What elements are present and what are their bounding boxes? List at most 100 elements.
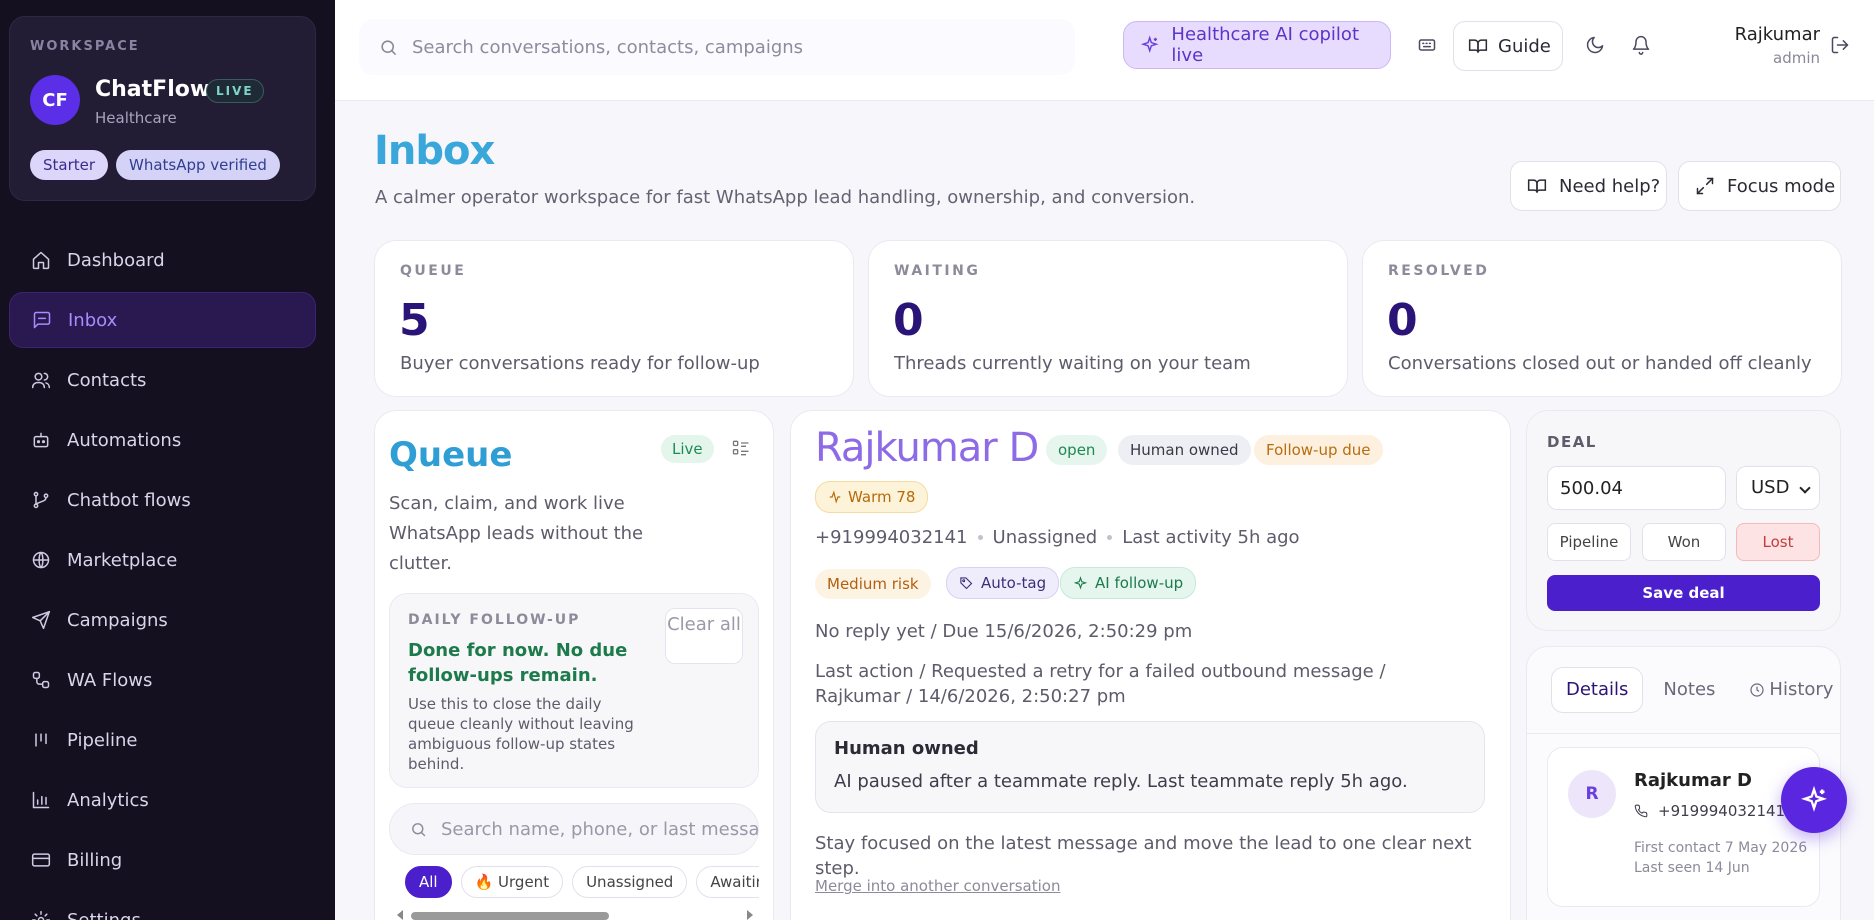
queue-search[interactable]: [389, 803, 759, 855]
deal-amount-input[interactable]: [1547, 466, 1726, 510]
auto-tag-button[interactable]: Auto-tag: [946, 567, 1060, 599]
nav-label: Chatbot flows: [67, 489, 191, 511]
nav-label: Analytics: [67, 789, 149, 811]
nav-label: Campaigns: [67, 609, 168, 631]
workspace-label: WORKSPACE: [30, 39, 140, 54]
reply-status: No reply yet / Due 15/6/2026, 2:50:29 pm: [815, 621, 1193, 642]
deal-label: DEAL: [1547, 433, 1597, 451]
nav-label: Billing: [67, 849, 123, 871]
ai-assistant-fab[interactable]: [1781, 767, 1847, 833]
lead-score-label: Warm 78: [848, 488, 916, 506]
followup-badge: Follow-up due: [1254, 435, 1383, 465]
guide-button[interactable]: Guide: [1453, 21, 1563, 71]
chips-scrollbar[interactable]: [395, 909, 759, 920]
ai-followup-button[interactable]: AI follow-up: [1060, 567, 1197, 599]
git-branch-icon: [33, 491, 49, 509]
nav-label: WA Flows: [67, 669, 153, 691]
nav-item-dashboard[interactable]: Dashboard: [9, 232, 316, 288]
currency-select[interactable]: USD: [1736, 466, 1820, 510]
nav-label: Contacts: [67, 369, 147, 391]
search-icon: [412, 822, 426, 836]
keyboard-icon: [1418, 39, 1436, 51]
nav-item-campaigns[interactable]: Campaigns: [9, 592, 316, 648]
scroll-left-arrow[interactable]: [397, 910, 403, 920]
send-icon: [31, 610, 51, 630]
ai-copilot-button[interactable]: Healthcare AI copilot live: [1123, 21, 1391, 69]
focus-mode-button[interactable]: Focus mode: [1678, 161, 1841, 211]
filter-chip-awaiting[interactable]: Awaiting: [696, 866, 759, 898]
list-view-toggle[interactable]: [731, 438, 751, 462]
stat-label: RESOLVED: [1388, 263, 1490, 279]
need-help-label: Need help?: [1559, 175, 1661, 197]
nav-item-analytics[interactable]: Analytics: [9, 772, 316, 828]
bell-icon: [1632, 35, 1650, 55]
global-search-input[interactable]: [412, 36, 1012, 58]
maximize-icon: [1696, 177, 1714, 195]
scroll-right-arrow[interactable]: [747, 910, 753, 920]
main-nav: Dashboard Inbox Contacts Automations Cha…: [9, 232, 316, 920]
keyboard-shortcuts-button[interactable]: [1412, 30, 1442, 60]
save-deal-button[interactable]: Save deal: [1547, 575, 1820, 611]
nav-item-marketplace[interactable]: Marketplace: [9, 532, 316, 588]
notifications-button[interactable]: [1626, 30, 1656, 60]
workspace-card[interactable]: WORKSPACE CF ChatFlow LIVE Healthcare St…: [9, 16, 316, 201]
contact-phone: +919994032141: [815, 527, 968, 548]
nav-item-automations[interactable]: Automations: [9, 412, 316, 468]
stat-card-resolved: RESOLVED 0 Conversations closed out or h…: [1362, 240, 1842, 397]
contact-card-name: Rajkumar D: [1634, 770, 1752, 791]
status-badge: open: [1046, 435, 1108, 465]
logout-button[interactable]: [1825, 30, 1855, 60]
user-name[interactable]: Rajkumar: [1700, 24, 1820, 45]
daily-followup-card: DAILY FOLLOW-UP Done for now. No due fol…: [389, 593, 759, 788]
bar-chart-icon: [32, 791, 50, 809]
theme-toggle-button[interactable]: [1580, 30, 1610, 60]
nav-item-chatbot-flows[interactable]: Chatbot flows: [9, 472, 316, 528]
bot-icon: [33, 432, 49, 448]
queue-title: Queue: [389, 435, 513, 475]
nav-label: Pipeline: [67, 729, 138, 751]
log-out-icon: [1831, 36, 1849, 54]
nav-item-contacts[interactable]: Contacts: [9, 352, 316, 408]
workspace-name: ChatFlow: [95, 77, 211, 102]
search-icon: [381, 39, 397, 55]
tab-details[interactable]: Details: [1551, 667, 1644, 713]
assignee[interactable]: Unassigned: [993, 527, 1098, 548]
tab-notes[interactable]: Notes: [1649, 667, 1729, 713]
filter-chip-unassigned[interactable]: Unassigned: [572, 866, 688, 898]
nav-item-inbox[interactable]: Inbox: [9, 292, 316, 348]
stage-lost-button[interactable]: Lost: [1736, 523, 1820, 561]
sparkles-icon: [1140, 35, 1159, 53]
nav-item-settings[interactable]: Settings: [9, 892, 316, 920]
nav-item-pipeline[interactable]: Pipeline: [9, 712, 316, 768]
details-tabs: Details Notes History: [1551, 667, 1840, 713]
queue-search-input[interactable]: [441, 818, 758, 840]
nav-item-billing[interactable]: Billing: [9, 832, 316, 888]
currency-value: USD: [1751, 477, 1790, 498]
kanban-icon: [35, 733, 47, 747]
need-help-button[interactable]: Need help?: [1510, 161, 1667, 211]
moon-icon: [1586, 36, 1604, 54]
tag-icon: [960, 576, 973, 589]
nav-item-wa-flows[interactable]: WA Flows: [9, 652, 316, 708]
avatar: R: [1568, 770, 1616, 818]
workflow-icon: [32, 671, 50, 689]
workspace-industry: Healthcare: [95, 109, 177, 127]
merge-conversation-link[interactable]: Merge into another conversation: [815, 877, 1060, 895]
scrollbar-thumb[interactable]: [411, 912, 609, 920]
filter-chip-urgent[interactable]: 🔥 Urgent: [460, 866, 564, 898]
clear-all-button[interactable]: Clear all: [665, 608, 743, 664]
filter-chip-all[interactable]: All: [405, 866, 452, 898]
contact-name: Rajkumar D: [815, 425, 1039, 471]
risk-badge: Medium risk: [815, 569, 931, 599]
stat-value: 0: [1387, 295, 1418, 346]
first-contact: First contact 7 May 2026: [1634, 840, 1808, 856]
chevron-down-icon: [1799, 482, 1811, 494]
stage-won-button[interactable]: Won: [1642, 523, 1726, 561]
daily-followup-hint: Use this to close the daily queue cleanl…: [408, 695, 634, 773]
stat-label: WAITING: [894, 263, 981, 279]
tab-history[interactable]: History: [1735, 667, 1840, 713]
stage-pipeline-button[interactable]: Pipeline: [1547, 523, 1631, 561]
contact-meta: +919994032141 Unassigned Last activity 5…: [815, 527, 1300, 548]
last-action: Last action / Requested a retry for a fa…: [815, 661, 1386, 707]
global-search[interactable]: [359, 19, 1075, 75]
